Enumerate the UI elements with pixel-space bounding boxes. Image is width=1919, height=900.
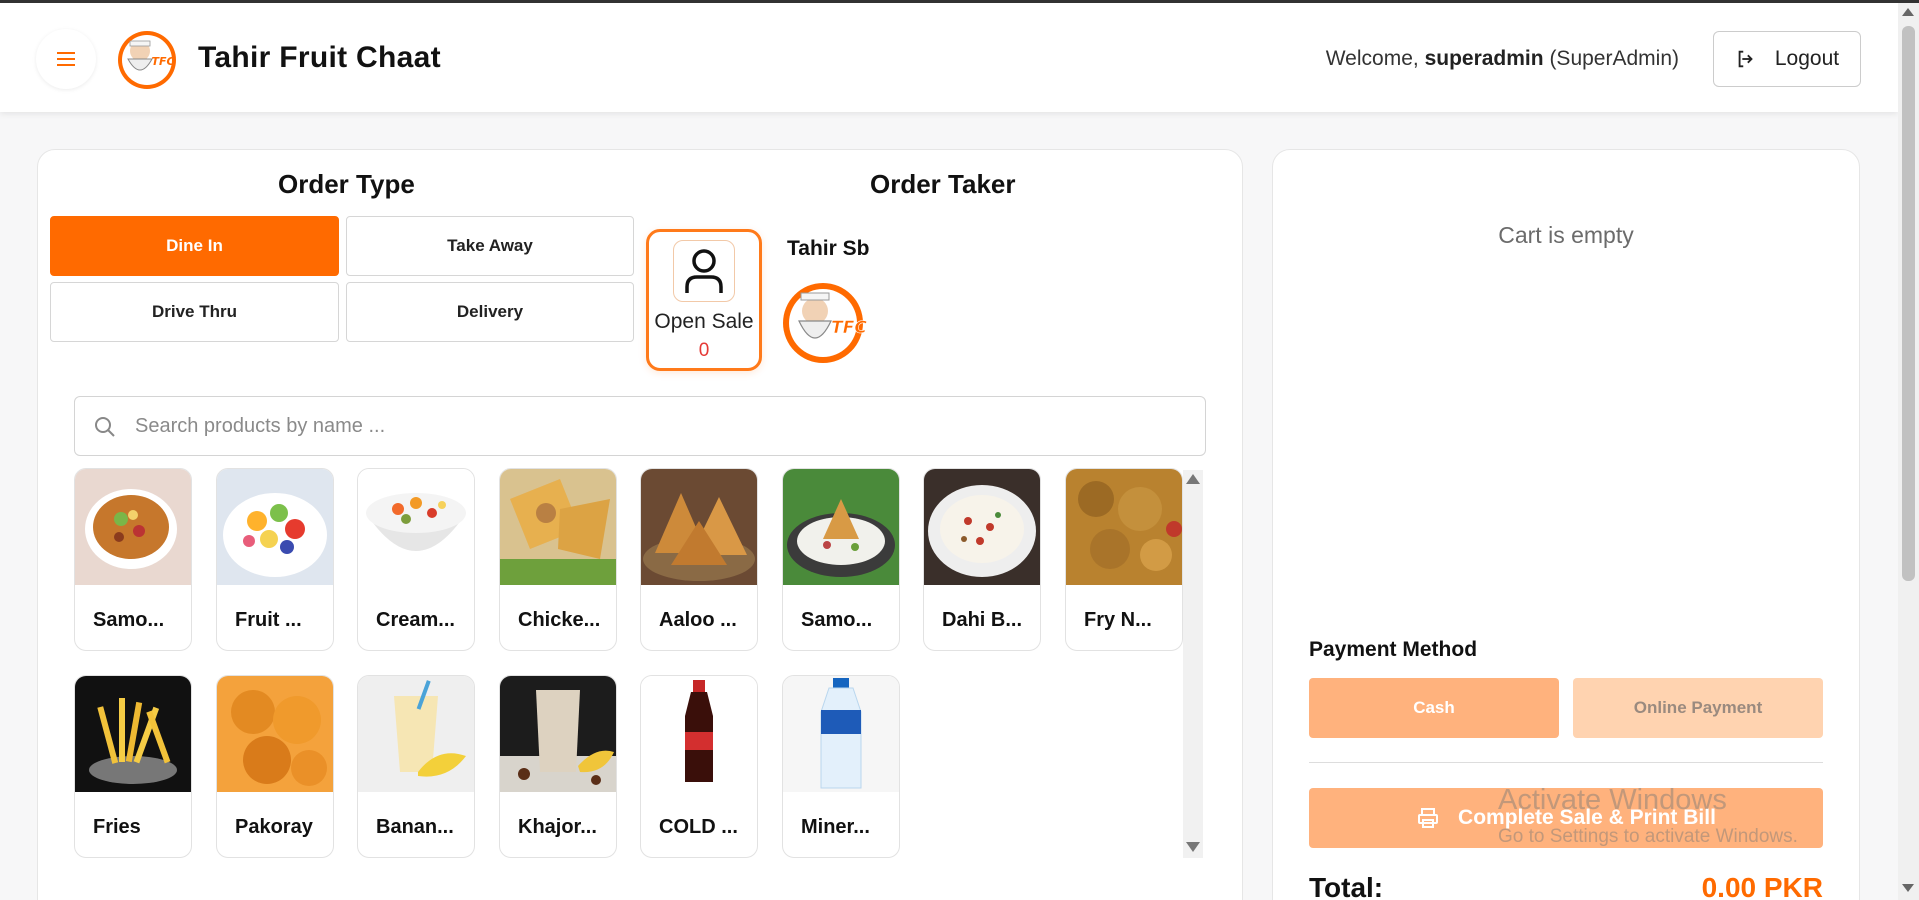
order-type-dine-in[interactable]: Dine In (50, 216, 339, 276)
product-card[interactable]: Khajor... (499, 675, 617, 858)
product-name: Aaloo ... (659, 609, 737, 631)
payment-cash-button[interactable]: Cash (1309, 678, 1559, 738)
brand-title: Tahir Fruit Chaat (198, 41, 441, 74)
order-type-drive-thru[interactable]: Drive Thru (50, 282, 339, 342)
product-name: Banan... (376, 816, 454, 838)
product-name: Fries (93, 816, 141, 838)
user-role: (SuperAdmin) (1549, 47, 1679, 70)
product-card[interactable]: Banan... (357, 675, 475, 858)
product-name: Cream... (376, 609, 455, 631)
samosa-chaat-image (75, 469, 191, 585)
order-taker-title: Order Taker (870, 169, 1016, 199)
username: superadmin (1424, 47, 1544, 70)
scroll-up-arrow-icon[interactable] (1186, 474, 1200, 484)
fry-nimko-image (1066, 469, 1182, 585)
fries-image (75, 676, 191, 792)
product-search[interactable] (74, 396, 1206, 456)
product-card[interactable]: Cream... (357, 468, 475, 651)
activate-windows-title: Activate Windows (1498, 784, 1727, 816)
svg-text:TFC: TFC (151, 55, 174, 68)
dahi-bhalla-image (924, 469, 1040, 585)
page-scrollbar-thumb[interactable] (1902, 26, 1915, 581)
total-value: 0.00 PKR (1701, 872, 1823, 900)
product-card[interactable]: Samo... (74, 468, 192, 651)
khajoor-shake-image (500, 676, 616, 792)
total-label: Total: (1309, 872, 1384, 900)
product-card[interactable]: Fry N... (1065, 468, 1183, 651)
product-name: Samo... (93, 609, 165, 631)
order-taker-avatar[interactable]: TFC (779, 275, 875, 371)
logout-label: Logout (1774, 47, 1840, 70)
product-card[interactable]: Dahi B... (923, 468, 1041, 651)
cream-chaat-image (358, 469, 474, 585)
search-input[interactable] (135, 397, 1195, 455)
logout-icon (1738, 50, 1753, 68)
order-taker-name: Tahir Sb (787, 237, 870, 260)
scroll-down-arrow-icon[interactable] (1186, 842, 1200, 852)
banana-shake-image (358, 676, 474, 792)
product-name: Fruit ... (235, 609, 302, 631)
chicken-roll-image (500, 469, 616, 585)
page-scroll-up-icon[interactable] (1902, 8, 1914, 16)
product-name: Chicke... (518, 609, 601, 631)
product-name: Khajor... (518, 816, 597, 838)
welcome-prefix: Welcome, (1325, 47, 1419, 70)
open-sale-count: 0 (698, 340, 710, 361)
product-name: COLD ... (659, 816, 738, 838)
product-card[interactable]: Aaloo ... (640, 468, 758, 651)
product-card[interactable]: COLD ... (640, 675, 758, 858)
page-scroll-down-icon[interactable] (1902, 884, 1914, 892)
product-card[interactable]: Samo... (782, 468, 900, 651)
payment-method-label: Payment Method (1309, 638, 1478, 661)
pakoray-image (217, 676, 333, 792)
product-card[interactable]: Pakoray (216, 675, 334, 858)
product-name: Pakoray (235, 816, 313, 838)
printer-icon (1418, 808, 1439, 828)
activate-windows-subtitle: Go to Settings to activate Windows. (1498, 826, 1798, 847)
product-card[interactable]: Chicke... (499, 468, 617, 651)
open-sale-card[interactable]: Open Sale 0 (646, 229, 762, 371)
open-sale-label: Open Sale (654, 310, 754, 333)
product-name: Miner... (801, 816, 870, 838)
top-bar: TFC Tahir Fruit Chaat Welcome, superadmi… (0, 3, 1898, 112)
order-type-take-away[interactable]: Take Away (346, 216, 634, 276)
welcome-text: Welcome, superadmin (SuperAdmin) (1326, 47, 1679, 71)
cart-empty-text: Cart is empty (1498, 222, 1634, 248)
aaloo-samosa-image (641, 469, 757, 585)
order-type-title: Order Type (278, 169, 415, 199)
hamburger-menu-button[interactable] (36, 29, 96, 89)
product-card[interactable]: Miner... (782, 675, 900, 858)
user-icon (673, 240, 735, 302)
product-name: Samo... (801, 609, 873, 631)
product-card[interactable]: Fries (74, 675, 192, 858)
cart-divider (1309, 762, 1823, 763)
product-card[interactable]: Fruit ... (216, 468, 334, 651)
samosa-plate-image (783, 469, 899, 585)
payment-online-button[interactable]: Online Payment (1573, 678, 1823, 738)
brand-logo: TFC (118, 31, 176, 89)
product-name: Dahi B... (942, 609, 1023, 631)
cold-drink-image (641, 676, 757, 792)
mineral-water-image (783, 676, 899, 792)
search-icon (95, 417, 115, 437)
logout-button[interactable]: Logout (1713, 31, 1861, 87)
menu-icon (57, 52, 75, 66)
product-name: Fry N... (1084, 609, 1152, 631)
order-type-delivery[interactable]: Delivery (346, 282, 634, 342)
svg-text:TFC: TFC (831, 318, 867, 338)
fruit-chaat-image (217, 469, 333, 585)
product-scrollbar[interactable] (1183, 470, 1203, 858)
